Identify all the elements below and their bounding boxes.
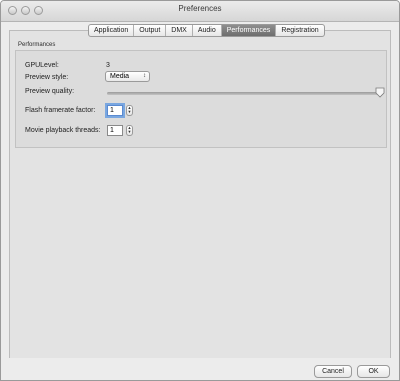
movie-threads-label: Movie playback threads:	[25, 127, 101, 134]
stepper-arrows-icon: ▲ ▼	[127, 105, 132, 114]
tab-registration[interactable]: Registration	[276, 25, 323, 36]
movie-threads-field[interactable]: 1	[107, 125, 123, 136]
tab-application[interactable]: Application	[89, 25, 135, 36]
ok-button[interactable]: OK	[357, 365, 390, 378]
preview-quality-label: Preview quality:	[25, 88, 75, 95]
gpu-level-value: 3	[106, 62, 110, 69]
window-title: Preferences	[178, 4, 222, 13]
flash-framerate-label: Flash framerate factor:	[25, 107, 96, 114]
stepper-arrows-icon: ▲ ▼	[127, 125, 132, 134]
gpu-level-label: GPULevel:	[25, 62, 59, 69]
cancel-button[interactable]: Cancel	[314, 365, 352, 378]
performances-group-title: Performances	[18, 42, 56, 48]
updown-chevron-icon: ↕	[143, 73, 146, 79]
tab-dmx[interactable]: DMX	[166, 25, 193, 36]
movie-threads-stepper[interactable]: ▲ ▼	[126, 125, 133, 136]
tab-output[interactable]: Output	[134, 25, 167, 36]
tab-performances[interactable]: Performances	[221, 25, 277, 36]
preview-style-value: Media	[110, 73, 130, 80]
tab-bar: Application Output DMX Audio Performance…	[88, 24, 325, 37]
preview-style-label: Preview style:	[25, 74, 69, 81]
flash-framerate-field[interactable]: 1	[107, 105, 123, 116]
slider-knob-icon[interactable]	[375, 87, 385, 98]
title-bar: Preferences	[1, 1, 399, 22]
preview-quality-slider[interactable]	[107, 92, 383, 95]
tab-audio[interactable]: Audio	[193, 25, 222, 36]
flash-framerate-stepper[interactable]: ▲ ▼	[126, 105, 133, 116]
preview-style-popup[interactable]: Media ↕	[105, 71, 150, 82]
preferences-window: Preferences Application Output DMX Audio…	[0, 0, 400, 381]
